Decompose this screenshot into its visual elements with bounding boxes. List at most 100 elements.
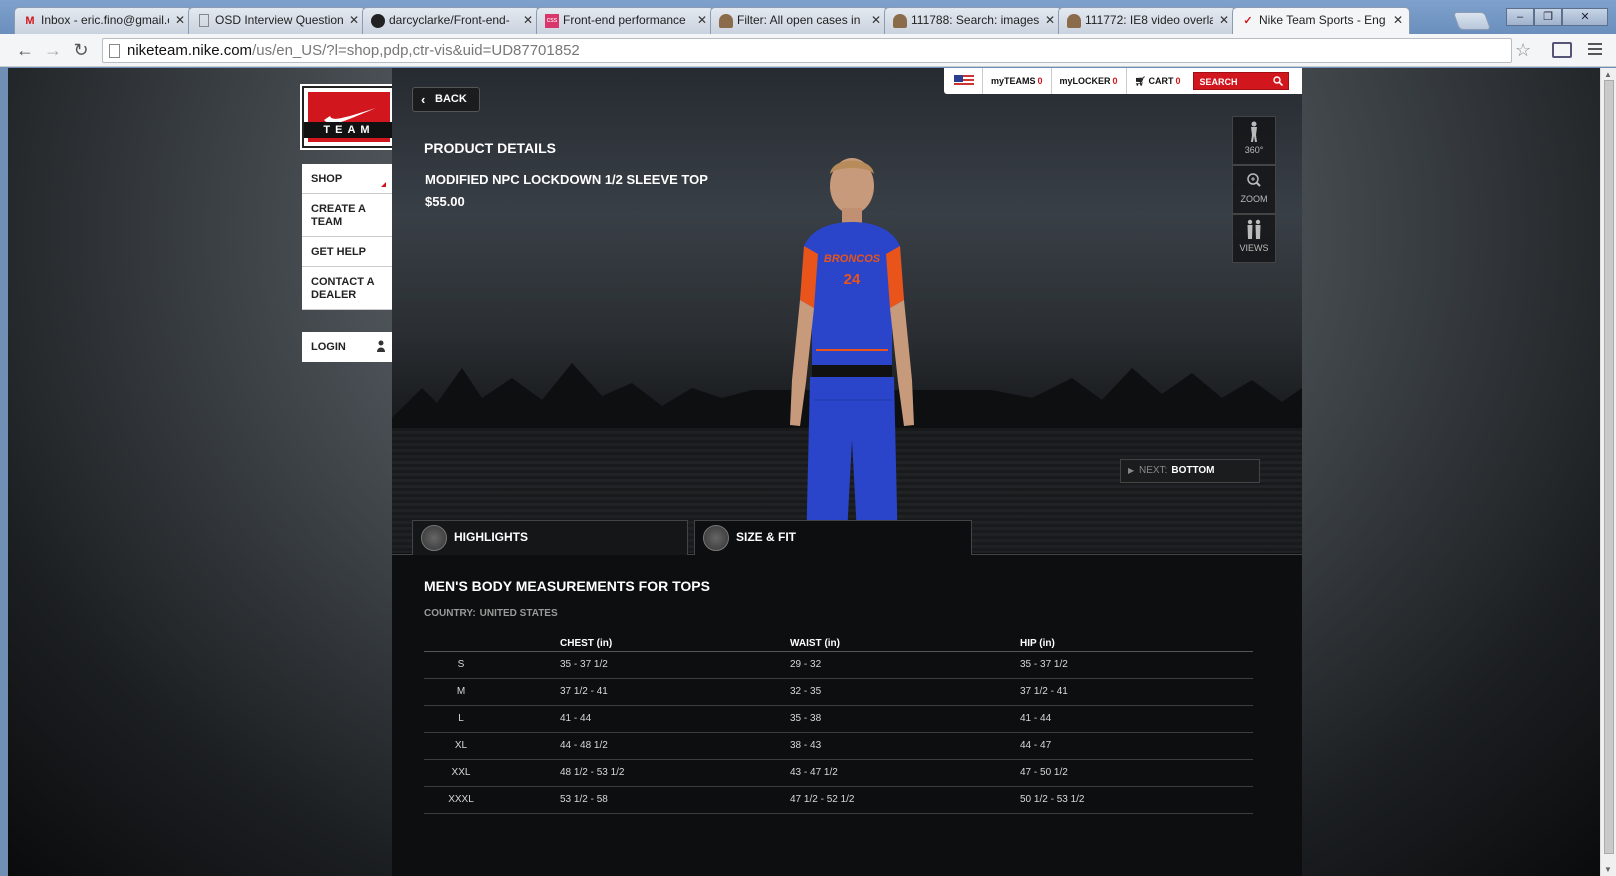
- rotate-360-button[interactable]: 360°: [1232, 116, 1276, 165]
- nike-team-logo[interactable]: TEAM: [302, 86, 396, 148]
- close-tab-icon[interactable]: ✕: [175, 13, 185, 27]
- github-icon: [371, 14, 385, 28]
- scroll-down-icon[interactable]: ▼: [1604, 865, 1612, 874]
- product-name: MODIFIED NPC LOCKDOWN 1/2 SLEEVE TOP: [425, 172, 708, 187]
- close-tab-icon[interactable]: ✕: [523, 13, 533, 27]
- country-value: UNITED STATES: [479, 608, 558, 619]
- views-icon: [1247, 219, 1261, 239]
- doc-icon: [199, 14, 209, 27]
- search-icon: [1272, 76, 1283, 86]
- bookmark-star-icon[interactable]: ☆: [1515, 40, 1531, 61]
- magnifier-icon: [421, 525, 447, 551]
- nike-icon: ✓: [1243, 15, 1253, 27]
- jersey-number: 24: [844, 271, 861, 288]
- nav-shop[interactable]: SHOP: [302, 164, 392, 194]
- browser-tab[interactable]: css Front-end performance ✕: [536, 7, 714, 34]
- table-row: S 35 - 37 1/2 29 - 32 35 - 37 1/2: [424, 651, 1253, 679]
- viewer-tools: 360° ZOOM VIEWS: [1232, 116, 1276, 263]
- scroll-up-icon[interactable]: ▲: [1604, 70, 1612, 79]
- browser-tab[interactable]: Filter: All open cases in ✕: [710, 7, 888, 34]
- close-tab-icon[interactable]: ✕: [1045, 13, 1055, 27]
- logo-team-text: TEAM: [304, 122, 394, 138]
- browser-tab[interactable]: M Inbox - eric.fino@gmail.com ✕: [14, 7, 192, 34]
- browser-tab[interactable]: 111772: IE8 video overla ✕: [1058, 7, 1236, 34]
- reload-icon[interactable]: ↻: [70, 40, 92, 61]
- tab-highlights[interactable]: HIGHLIGHTS: [412, 520, 688, 555]
- column-header-hip: HIP (in): [958, 632, 1253, 652]
- close-tab-icon[interactable]: ✕: [1393, 13, 1403, 27]
- url-host: niketeam.nike.com: [127, 42, 253, 59]
- product-price: $55.00: [425, 194, 465, 209]
- product-tabs: HIGHLIGHTS SIZE & FIT: [392, 520, 1302, 555]
- browser-tab[interactable]: OSD Interview Questions ✕: [188, 7, 366, 34]
- product-details-heading: PRODUCT DETAILS: [424, 140, 556, 156]
- cast-icon[interactable]: [1552, 42, 1572, 58]
- close-tab-icon[interactable]: ✕: [871, 13, 881, 27]
- maximize-button[interactable]: ❐: [1534, 8, 1562, 26]
- scrollbar-thumb[interactable]: [1604, 80, 1614, 854]
- size-fit-title: MEN'S BODY MEASUREMENTS FOR TOPS: [424, 578, 710, 594]
- menu-icon[interactable]: [1588, 43, 1602, 58]
- table-row: L 41 - 44 35 - 38 41 - 44: [424, 705, 1253, 733]
- product-stage: myTEAMS 0 myLOCKER 0 🛒︎ CART 0 SEARCH ‹ BAC…: [392, 68, 1302, 876]
- play-arrow-icon: ▶: [1128, 466, 1135, 475]
- zoom-icon: [1247, 173, 1261, 187]
- nav-create-a-team[interactable]: CREATE A TEAM: [302, 194, 392, 237]
- url-path: /us/en_US/?l=shop,pdp,ctr-vis&uid=UD8770…: [252, 42, 580, 59]
- column-header-waist: WAIST (in): [728, 632, 958, 652]
- browser-tab[interactable]: darcyclarke/Front-end- ✕: [362, 7, 540, 34]
- tab-size-fit[interactable]: SIZE & FIT: [694, 520, 972, 555]
- browser-tab[interactable]: 111788: Search: images/ ✕: [884, 7, 1062, 34]
- page-scrollbar[interactable]: ▲ ▼: [1600, 68, 1616, 876]
- window-controls: – ❐ ✕: [1506, 8, 1608, 26]
- next-bottom-button[interactable]: ▶ NEXT: BOTTOM: [1120, 459, 1260, 483]
- bug-icon: [893, 14, 907, 28]
- left-nav: SHOP CREATE A TEAM GET HELP CONTACT A DE…: [302, 164, 392, 310]
- table-row: XXXL 53 1/2 - 58 47 1/2 - 52 1/2 50 1/2 - 5…: [424, 786, 1253, 814]
- browser-tabstrip: M Inbox - eric.fino@gmail.com ✕ OSD Inte…: [0, 0, 1616, 35]
- myteams-link[interactable]: myTEAMS 0: [982, 68, 1051, 94]
- utility-bar: myTEAMS 0 myLOCKER 0 🛒︎ CART 0 SEARCH: [944, 68, 1302, 94]
- css-icon: css: [545, 14, 559, 28]
- us-flag-icon[interactable]: [954, 75, 974, 87]
- back-button[interactable]: ‹ BACK: [412, 87, 480, 112]
- new-tab-button[interactable]: [1452, 12, 1492, 30]
- views-button[interactable]: VIEWS: [1232, 214, 1276, 263]
- address-bar[interactable]: niketeam.nike.com/us/en_US/?l=shop,pdp,c…: [102, 38, 1512, 63]
- country-line: COUNTRY: UNITED STATES: [424, 608, 558, 619]
- column-header-chest: CHEST (in): [498, 632, 728, 652]
- gmail-icon: M: [25, 15, 35, 27]
- measurements-table: CHEST (in) WAIST (in) HIP (in) S 35 - 37 …: [424, 632, 1253, 814]
- page-icon: [109, 44, 120, 58]
- browser-toolbar: ← → ↻ niketeam.nike.com/us/en_US/?l=shop…: [0, 34, 1616, 67]
- jersey-wordmark: BRONCOS: [824, 253, 881, 265]
- mylocker-link[interactable]: myLOCKER 0: [1050, 68, 1126, 94]
- nav-contact-a-dealer[interactable]: CONTACT A DEALER: [302, 267, 392, 310]
- page-viewport: TEAM SHOP CREATE A TEAM GET HELP CONTACT…: [8, 68, 1600, 876]
- login-button[interactable]: LOGIN: [302, 332, 392, 362]
- login-label: LOGIN: [311, 341, 346, 353]
- user-icon: [377, 340, 385, 352]
- bug-icon: [719, 14, 733, 28]
- zoom-button[interactable]: ZOOM: [1232, 165, 1276, 214]
- rotate-360-icon: [1251, 121, 1257, 142]
- cart-icon: 🛒︎: [1134, 76, 1149, 86]
- forward-arrow-icon[interactable]: →: [42, 40, 64, 61]
- close-tab-icon[interactable]: ✕: [697, 13, 707, 27]
- chevron-left-icon: ‹: [421, 92, 426, 107]
- cart-link[interactable]: 🛒︎ CART 0: [1125, 68, 1189, 94]
- nav-get-help[interactable]: GET HELP: [302, 237, 392, 267]
- minimize-button[interactable]: –: [1506, 8, 1534, 26]
- table-row: XXL 48 1/2 - 53 1/2 43 - 47 1/2 47 - 50 1/2: [424, 759, 1253, 787]
- search-button[interactable]: SEARCH: [1192, 72, 1289, 90]
- browser-tab-active[interactable]: ✓ Nike Team Sports - Eng ✕: [1232, 7, 1410, 35]
- size-fit-icon: [703, 525, 729, 551]
- athlete-model-image[interactable]: BRONCOS 24: [752, 150, 952, 553]
- back-arrow-icon[interactable]: ←: [14, 40, 36, 61]
- table-row: XL 44 - 48 1/2 38 - 43 44 - 47: [424, 732, 1253, 760]
- close-window-button[interactable]: ✕: [1562, 8, 1608, 26]
- bug-icon: [1067, 14, 1081, 28]
- close-tab-icon[interactable]: ✕: [349, 13, 359, 27]
- close-tab-icon[interactable]: ✕: [1219, 13, 1229, 27]
- table-header-row: CHEST (in) WAIST (in) HIP (in): [424, 632, 1253, 652]
